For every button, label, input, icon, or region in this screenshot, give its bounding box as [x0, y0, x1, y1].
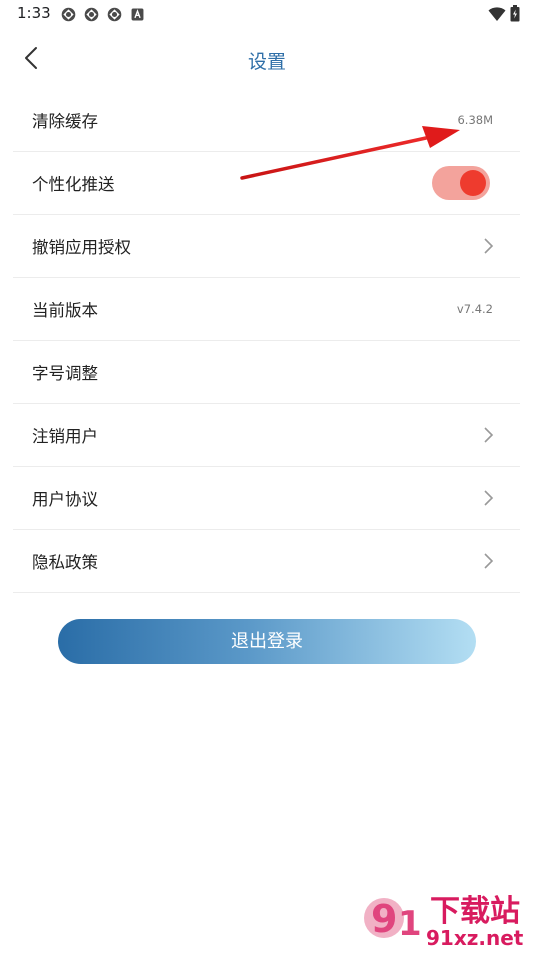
user-agreement-row[interactable]: 用户协议: [13, 467, 520, 530]
delete-account-row[interactable]: 注销用户: [13, 404, 520, 467]
chevron-right-icon: [484, 553, 494, 569]
watermark-graphic: 9 1 下载站 91xz.net: [364, 894, 524, 950]
row-label: 字号调整: [32, 364, 98, 383]
row-label: 用户协议: [32, 490, 98, 509]
svg-text:下载站: 下载站: [430, 894, 520, 929]
row-label: 撤销应用授权: [32, 238, 131, 257]
privacy-policy-row[interactable]: 隐私政策: [13, 530, 520, 593]
system-icons: [488, 5, 520, 22]
app-notification-icon: [84, 7, 99, 22]
revoke-authorization-row[interactable]: 撤销应用授权: [13, 215, 520, 278]
svg-text:91xz.net: 91xz.net: [426, 926, 524, 950]
page-title: 设置: [247, 51, 286, 73]
version-value: v7.4.2: [456, 302, 493, 316]
app-notification-icon: [61, 7, 76, 22]
app-notification-icon: [107, 7, 122, 22]
row-label: 当前版本: [32, 301, 98, 320]
status-time: 1:33: [17, 4, 51, 22]
a-badge-icon: [131, 8, 144, 21]
notification-icons: [60, 6, 146, 23]
status-bar: 1:33: [0, 0, 534, 30]
chevron-right-icon: [484, 427, 494, 443]
row-label: 隐私政策: [32, 553, 98, 572]
row-label: 清除缓存: [32, 112, 98, 131]
current-version-row: 当前版本 v7.4.2: [13, 278, 520, 341]
chevron-right-icon: [484, 490, 494, 506]
wifi-icon: [488, 6, 506, 21]
logout-button[interactable]: 退出登录: [58, 619, 476, 664]
font-size-row[interactable]: 字号调整: [13, 341, 520, 404]
battery-icon: [510, 5, 520, 22]
watermark-logo: 9 1 下载站 91xz.net: [362, 885, 534, 950]
svg-text:9: 9: [371, 897, 397, 941]
app-header: 设置: [0, 30, 534, 88]
row-label: 注销用户: [32, 427, 98, 446]
svg-text:1: 1: [398, 904, 422, 944]
row-label: 个性化推送: [32, 175, 115, 194]
annotation-arrow: [240, 126, 460, 180]
chevron-right-icon: [484, 238, 494, 254]
